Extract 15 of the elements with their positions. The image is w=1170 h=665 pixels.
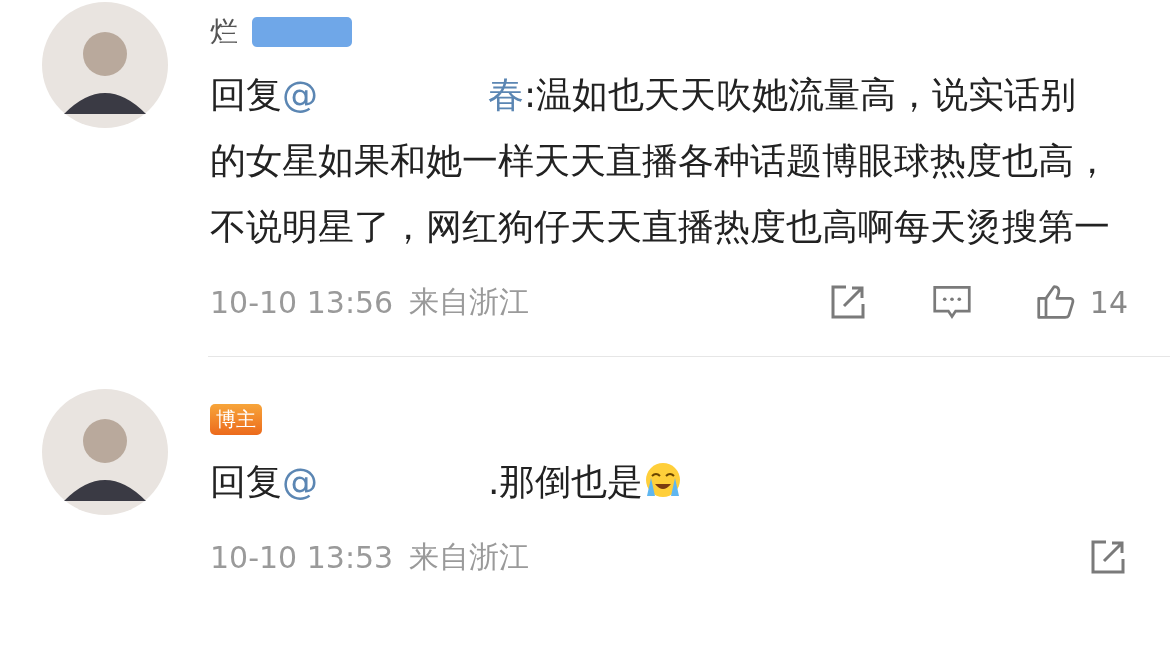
- username[interactable]: 烂: [210, 13, 238, 51]
- thumbs-up-icon[interactable]: [1035, 282, 1076, 322]
- comment-text: 回复@ .那倒也是: [210, 449, 1110, 515]
- timestamp: 10-10 13:56: [210, 284, 394, 320]
- mention-link[interactable]: 春: [488, 74, 524, 115]
- comment-text: 回复@ 春:温如也天天吹她流量高，说实话别的女星如果和她一样天天直播各种话题博眼球热度也高，不说明星了，网红狗仔天天直播热度也高啊每天烫搜第一: [210, 73, 1110, 249]
- location-text: 来自浙江: [409, 282, 530, 321]
- avatar-icon[interactable]: [42, 389, 168, 515]
- like-count: 14: [1089, 284, 1128, 320]
- avatar-icon[interactable]: [42, 2, 168, 128]
- mention-link[interactable]: @: [282, 461, 318, 502]
- timestamp: 10-10 13:53: [210, 539, 394, 575]
- location-text: 来自浙江: [409, 537, 530, 576]
- mention-link[interactable]: @: [282, 74, 318, 115]
- author-badge: 博主: [210, 403, 262, 435]
